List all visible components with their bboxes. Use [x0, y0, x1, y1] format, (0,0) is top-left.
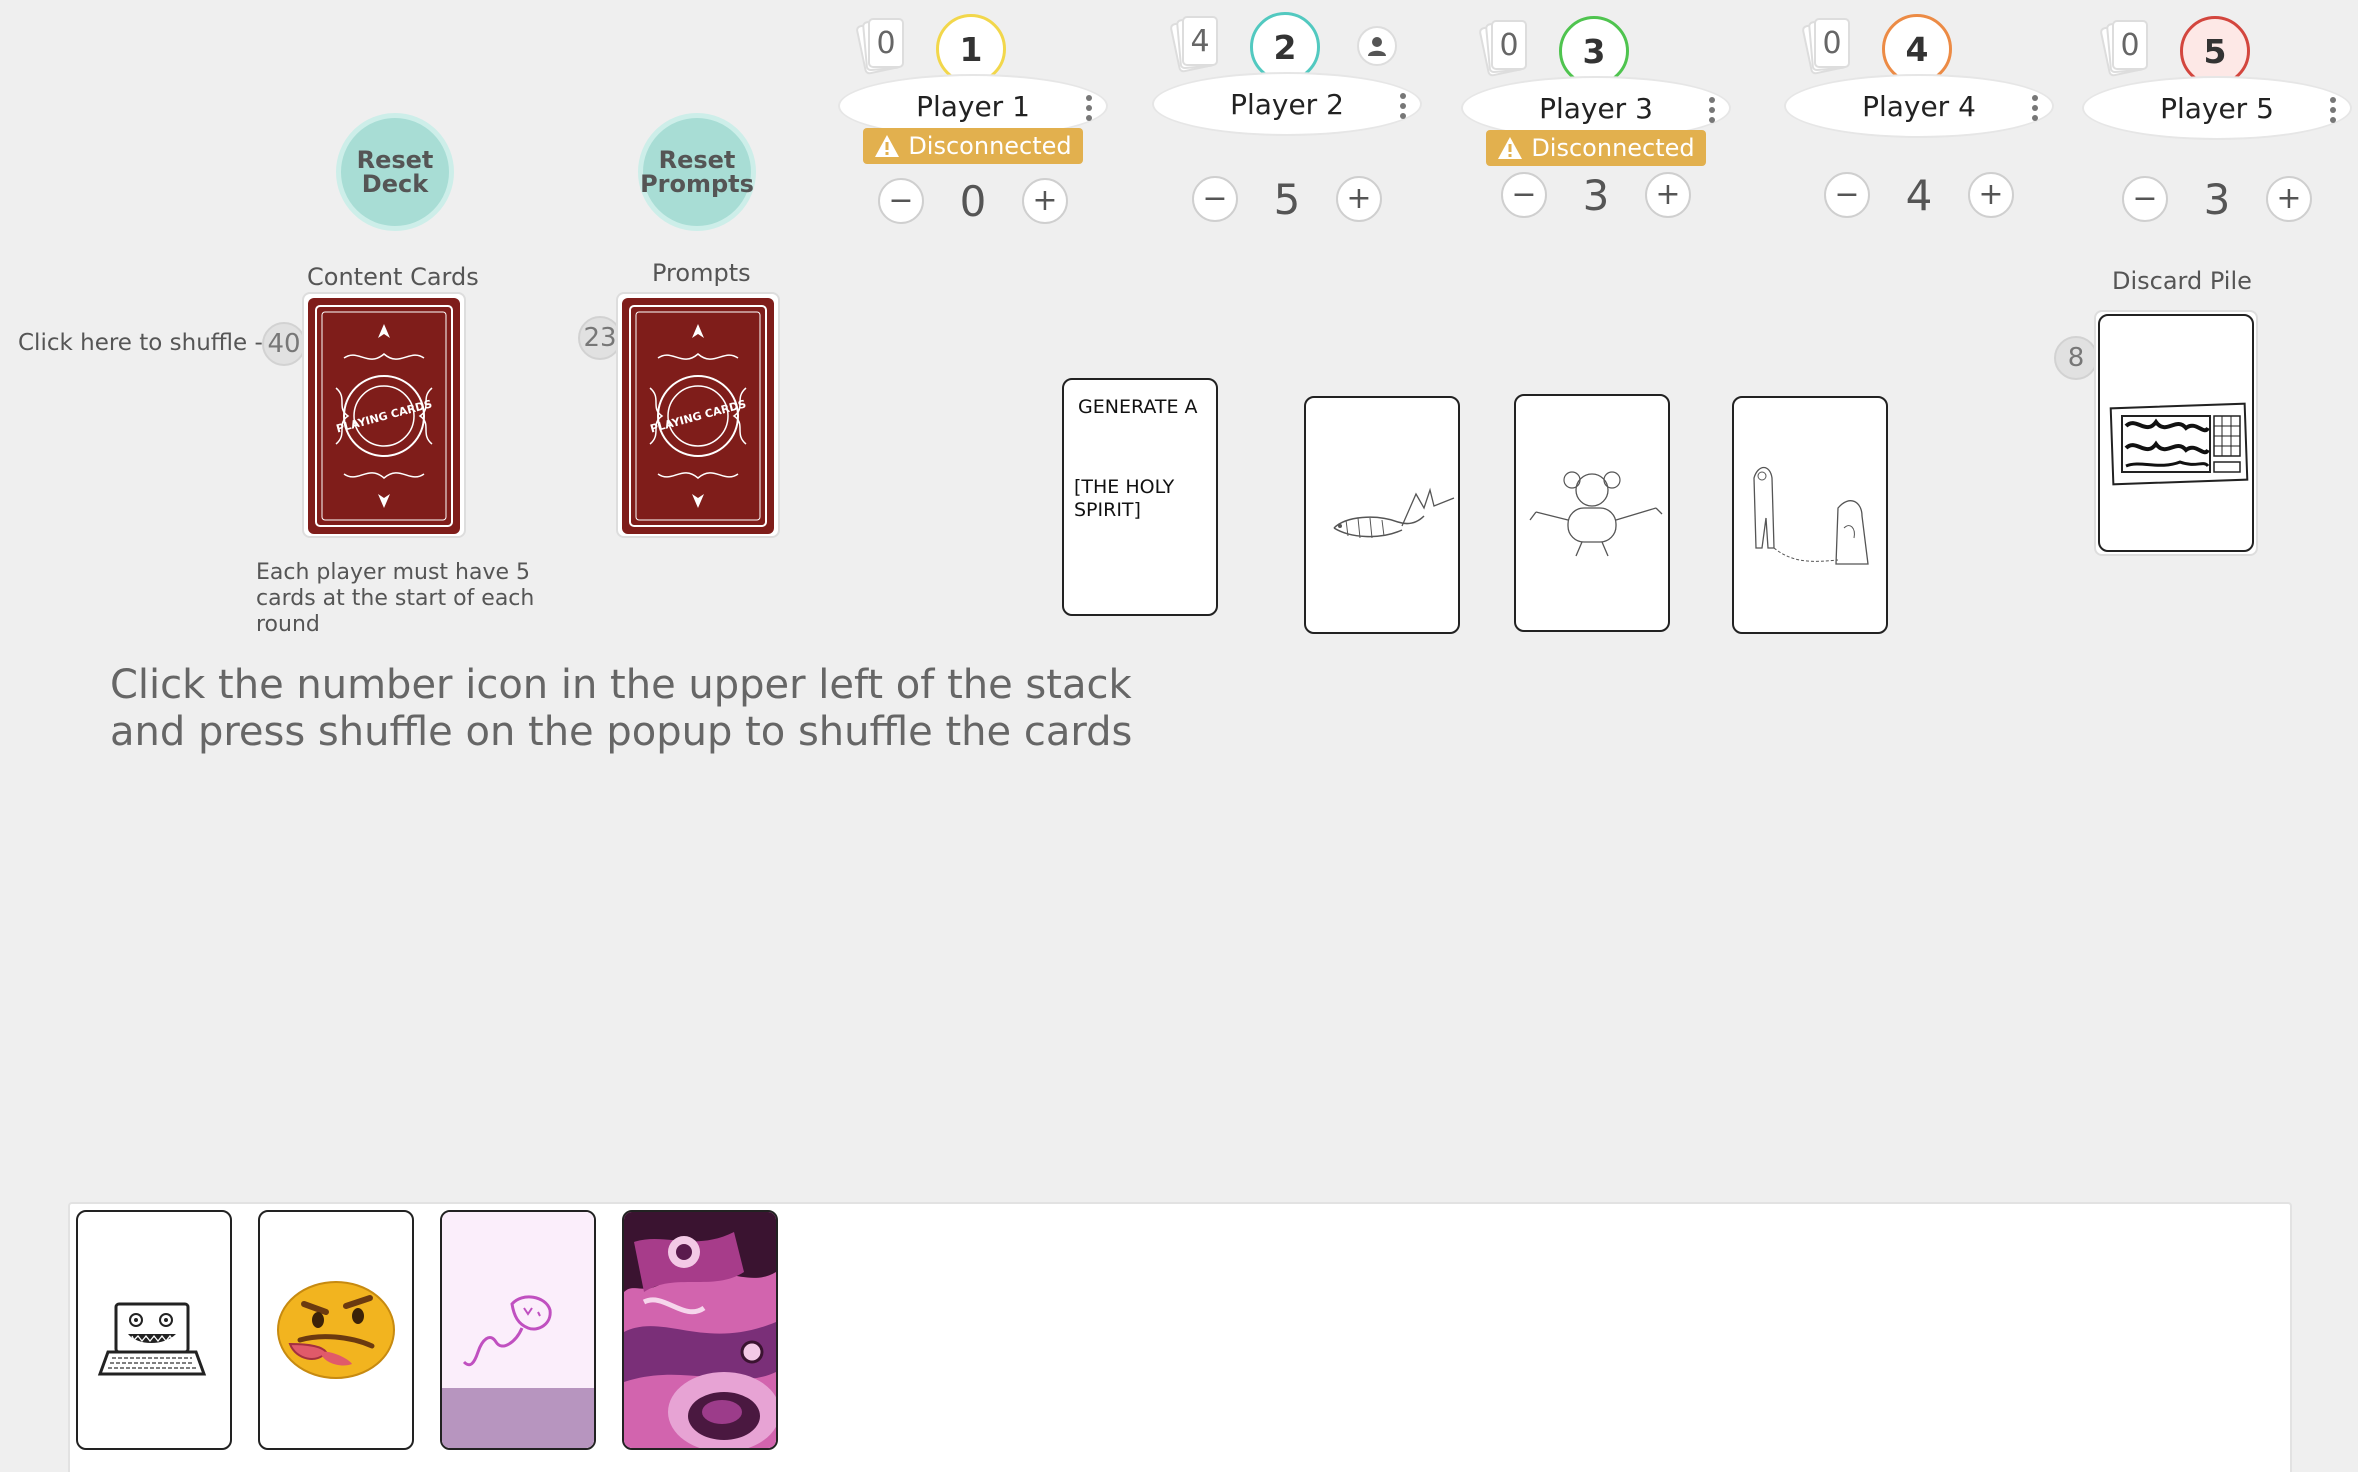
- score-decrement-button[interactable]: −: [878, 178, 924, 224]
- score-control: − 3 +: [1501, 170, 1691, 220]
- prompt-line-1: GENERATE A: [1078, 396, 1198, 418]
- player-name: Player 2: [1230, 87, 1344, 121]
- hand-count-stack[interactable]: 0: [1801, 18, 1850, 76]
- thinking-emoji-drawing: [277, 1281, 395, 1379]
- prompt-line-2: [THE HOLY SPIRIT]: [1074, 476, 1175, 521]
- more-menu-icon[interactable]: [2330, 97, 2336, 123]
- hand-count-stack[interactable]: 0: [855, 18, 904, 76]
- score-control: − 3 +: [2122, 174, 2312, 224]
- hand-count: 0: [876, 25, 896, 61]
- hand-card-pink-scribble[interactable]: [440, 1210, 596, 1450]
- more-menu-icon[interactable]: [1086, 95, 1092, 121]
- prompt-card[interactable]: GENERATE A [THE HOLY SPIRIT]: [1062, 378, 1218, 616]
- prompts-deck[interactable]: PLAYING CARDS: [616, 292, 780, 538]
- creature-drawing: [1529, 471, 1663, 557]
- more-menu-icon[interactable]: [1400, 93, 1406, 119]
- laptop-drawing: [97, 1302, 207, 1376]
- score-increment-button[interactable]: +: [1644, 172, 1691, 218]
- current-user-icon: [1357, 26, 1397, 66]
- played-card-fish-drawing[interactable]: [1304, 396, 1460, 634]
- prompts-label: Prompts: [652, 259, 751, 287]
- discard-pile-label: Discard Pile: [2112, 267, 2252, 295]
- score-increment-button[interactable]: +: [1335, 176, 1382, 222]
- score-decrement-button[interactable]: −: [1192, 176, 1238, 222]
- player-panel-2: 4 2 Player 2 − 5 +: [1152, 4, 1422, 234]
- card-back-image: PLAYING CARDS: [308, 298, 460, 534]
- player-name-plate: Player 4: [1784, 74, 2054, 138]
- content-cards-label: Content Cards: [307, 263, 479, 291]
- discard-pile[interactable]: [2094, 310, 2258, 556]
- purple-photo-image: [624, 1212, 776, 1448]
- player-name: Player 4: [1862, 89, 1976, 123]
- score-control: − 5 +: [1192, 174, 1382, 224]
- shuffle-instructions: Click the number icon in the upper left …: [110, 662, 1133, 755]
- score-decrement-button[interactable]: −: [1501, 172, 1547, 218]
- player-name-plate: Player 5: [2082, 76, 2352, 140]
- content-deck-count[interactable]: 40: [262, 322, 306, 366]
- score-value: 4: [1905, 170, 1933, 220]
- score-control: − 4 +: [1824, 170, 2014, 220]
- player-name: Player 5: [2160, 91, 2274, 125]
- hand-card-thinking-emoji[interactable]: [258, 1210, 414, 1450]
- more-menu-icon[interactable]: [1709, 97, 1715, 123]
- warning-icon: [875, 135, 900, 157]
- player-panel-1: 0 1 Player 1 Disconnected − 0 +: [838, 6, 1108, 236]
- score-value: 3: [2203, 174, 2231, 224]
- player-panel-4: 0 4 Player 4 − 4 +: [1784, 6, 2054, 236]
- score-control: − 0 +: [878, 176, 1068, 226]
- card-back-image: PLAYING CARDS: [622, 298, 774, 534]
- score-value: 0: [959, 176, 987, 226]
- played-card-creature-drawing[interactable]: [1514, 394, 1670, 632]
- pink-scribble-drawing: [442, 1212, 594, 1448]
- score-increment-button[interactable]: +: [1021, 178, 1068, 224]
- score-increment-button[interactable]: +: [2265, 176, 2312, 222]
- hand-card-purple-photo[interactable]: [622, 1210, 778, 1450]
- shuffle-hint: Click here to shuffle -->: [18, 330, 291, 356]
- score-increment-button[interactable]: +: [1967, 172, 2014, 218]
- reset-deck-button[interactable]: Reset Deck: [336, 113, 454, 231]
- player-name: Player 1: [916, 89, 1030, 123]
- hand-count-stack[interactable]: 0: [2099, 20, 2148, 78]
- hand-count: 0: [2120, 27, 2140, 63]
- score-decrement-button[interactable]: −: [2122, 176, 2168, 222]
- player-hand-area: [68, 1202, 2292, 1472]
- disconnected-badge: Disconnected: [863, 128, 1083, 164]
- more-menu-icon[interactable]: [2032, 95, 2038, 121]
- hand-card-laptop[interactable]: [76, 1210, 232, 1450]
- hand-count-stack[interactable]: 4: [1169, 16, 1218, 74]
- player-name-plate: Player 2: [1152, 72, 1422, 136]
- hand-count-stack[interactable]: 0: [1478, 20, 1527, 78]
- content-cards-deck[interactable]: PLAYING CARDS: [302, 292, 466, 538]
- discard-top-card-drawing: [2109, 402, 2249, 486]
- five-cards-hint: Each player must have 5 cards at the sta…: [256, 560, 535, 637]
- hand-count: 4: [1190, 23, 1210, 59]
- score-value: 3: [1582, 170, 1610, 220]
- fish-drawing: [1333, 487, 1455, 539]
- player-panel-5: 0 5 Player 5 − 3 +: [2082, 8, 2352, 238]
- score-value: 5: [1273, 174, 1301, 224]
- figures-drawing: [1753, 466, 1869, 565]
- discard-count[interactable]: 8: [2054, 336, 2098, 380]
- hand-count: 0: [1499, 27, 1519, 63]
- score-decrement-button[interactable]: −: [1824, 172, 1870, 218]
- warning-icon: [1498, 137, 1523, 159]
- player-name: Player 3: [1539, 91, 1653, 125]
- reset-prompts-button[interactable]: Reset Prompts: [638, 113, 756, 231]
- disconnected-badge: Disconnected: [1486, 130, 1706, 166]
- player-panel-3: 0 3 Player 3 Disconnected − 3 +: [1461, 8, 1731, 238]
- played-card-figures-drawing[interactable]: [1732, 396, 1888, 634]
- hand-count: 0: [1822, 25, 1842, 61]
